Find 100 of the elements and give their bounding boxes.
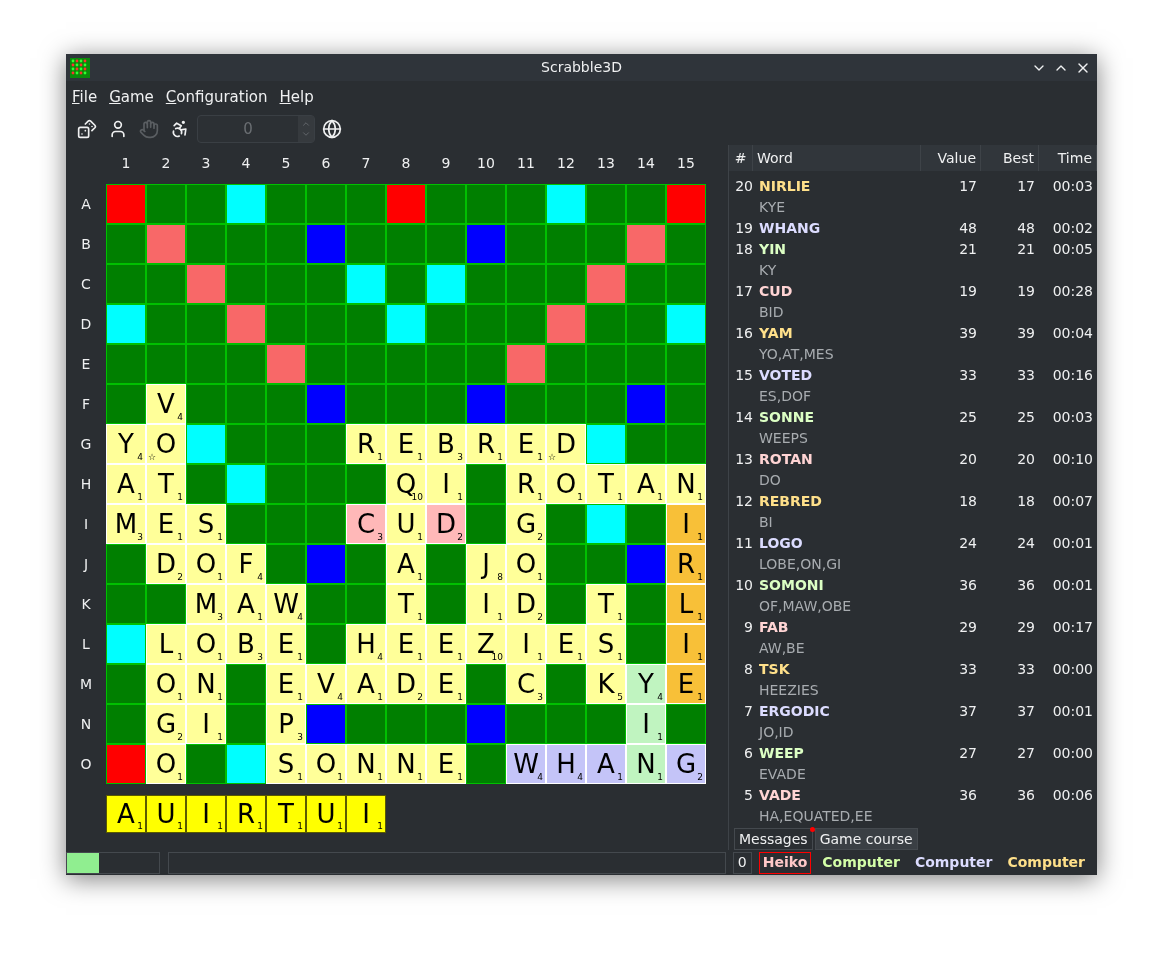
- rack-tile[interactable]: I 1: [346, 795, 386, 833]
- row-label: I: [82, 514, 90, 534]
- board-square: [547, 545, 585, 583]
- cross-words: HEEZIES: [758, 681, 820, 700]
- tile-points: 1: [457, 693, 463, 702]
- tile-points: 1: [577, 653, 583, 662]
- move-number: 6: [743, 744, 753, 763]
- menu-item[interactable]: Help: [279, 85, 314, 109]
- board-square: [587, 185, 625, 223]
- column-label: 8: [400, 153, 412, 173]
- tile-points: 1: [457, 773, 463, 782]
- row-label: F: [80, 394, 92, 414]
- column-label: 10: [476, 153, 496, 173]
- move-number: 12: [734, 492, 753, 511]
- column-header[interactable]: Word: [753, 145, 921, 171]
- board-square: [427, 545, 465, 583]
- double-letter-square: [667, 305, 705, 343]
- board-square: [307, 345, 345, 383]
- board-square: [347, 705, 385, 743]
- tile-points: 1: [177, 822, 183, 831]
- tile-letter: G: [515, 511, 537, 537]
- person-icon[interactable]: [108, 119, 128, 139]
- tile-letter: I: [522, 631, 530, 657]
- move-best: 27: [1016, 744, 1036, 763]
- move-word: LOGO: [758, 534, 804, 553]
- menu-item[interactable]: Configuration: [165, 85, 268, 109]
- score-count: 0: [732, 851, 752, 874]
- tile-points: 1: [177, 533, 183, 542]
- move-time: 00:03: [1051, 177, 1094, 196]
- panel-tab[interactable]: Messages: [734, 828, 813, 850]
- tile-letter: Y: [118, 431, 134, 457]
- board-square: [347, 305, 385, 343]
- tile-letter: E: [157, 511, 175, 537]
- tile-points: 1: [697, 573, 703, 582]
- tile-points: 1: [297, 773, 303, 782]
- tile-letter: O: [515, 551, 537, 577]
- row-label: G: [79, 434, 93, 454]
- tile-points: 1: [457, 493, 463, 502]
- column-header[interactable]: Best: [981, 145, 1039, 171]
- column-label: 6: [320, 153, 332, 173]
- menu-item[interactable]: File: [72, 85, 98, 109]
- board-square: [307, 505, 345, 543]
- dice-icon[interactable]: [77, 119, 97, 139]
- board-square: [667, 265, 705, 303]
- tile-letter: I: [362, 801, 370, 827]
- board-square: [267, 465, 305, 503]
- app-logo-icon: [70, 57, 90, 78]
- tile-points: 3: [217, 613, 223, 622]
- column-header[interactable]: Time: [1039, 145, 1097, 171]
- move-time: 00:01: [1051, 702, 1094, 721]
- cross-words: ES,DOF: [758, 387, 813, 406]
- triple-letter-square: [467, 385, 505, 423]
- tile-points: 1: [537, 453, 543, 462]
- board-square: [267, 305, 305, 343]
- tile-points: 1: [537, 653, 543, 662]
- tile-points: 1: [697, 613, 703, 622]
- tile-points: 1: [497, 453, 503, 462]
- move-value: 37: [958, 702, 978, 721]
- board-square: [427, 345, 465, 383]
- globe-icon[interactable]: [322, 119, 342, 139]
- board-square: [547, 705, 585, 743]
- board-square: [467, 665, 505, 703]
- tile-letter: F: [238, 551, 254, 577]
- tile-points: 4: [577, 773, 583, 782]
- move-best: 24: [1016, 534, 1036, 553]
- tile-points: 1: [377, 773, 383, 782]
- board-square: [587, 385, 625, 423]
- triple-word-square: [667, 185, 705, 223]
- row-label: A: [80, 194, 92, 214]
- menu-item[interactable]: Game: [109, 85, 154, 109]
- wheelchair-icon[interactable]: [170, 119, 190, 139]
- move-time: 00:00: [1051, 744, 1094, 763]
- board-square: [347, 225, 385, 263]
- tile-letter: E: [437, 631, 455, 657]
- board-square: [187, 225, 225, 263]
- triple-letter-square: [307, 385, 345, 423]
- board-square: [587, 705, 625, 743]
- move-time: 00:06: [1051, 786, 1094, 805]
- column-header[interactable]: Value: [921, 145, 981, 171]
- tile-points: 1: [217, 693, 223, 702]
- panel-tab[interactable]: Game course: [814, 828, 918, 850]
- tile-points: 10: [491, 653, 503, 662]
- tile-letter: V: [157, 391, 175, 417]
- move-best: 48: [1016, 219, 1036, 238]
- board-square: [107, 705, 145, 743]
- board-square: [627, 345, 665, 383]
- move-number: 14: [734, 408, 753, 427]
- double-letter-square: [587, 425, 625, 463]
- board-square: [187, 185, 225, 223]
- rack-tile[interactable]: I 1: [186, 795, 226, 833]
- tile-points: 1: [617, 653, 623, 662]
- column-header[interactable]: #: [729, 145, 753, 171]
- move-time: 00:16: [1051, 366, 1094, 385]
- move-best: 21: [1016, 240, 1036, 259]
- triple-letter-square: [307, 225, 345, 263]
- move-time: 00:10: [1051, 450, 1094, 469]
- tile-letter: P: [278, 711, 294, 737]
- move-number: 9: [743, 618, 753, 637]
- tile-points: 1: [417, 653, 423, 662]
- tile-points: 1: [217, 822, 223, 831]
